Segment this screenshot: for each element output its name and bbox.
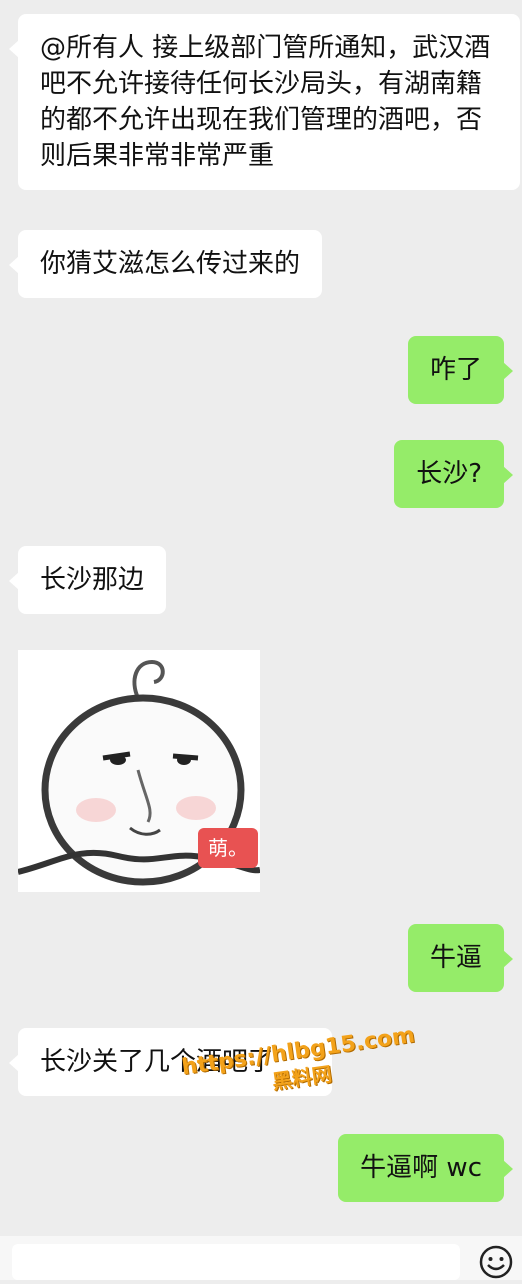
message-text: 牛逼 (429, 943, 482, 973)
chat-area: @所有人 接上级部门管所通知，武汉酒吧不允许接待任何长沙局头，有湖南籍的都不允许… (0, 0, 522, 1236)
sticker-badge: 萌。 (198, 828, 258, 868)
message-bubble-outgoing[interactable]: 咋了 (407, 336, 514, 404)
message-bubble-outgoing[interactable]: 长沙? (394, 440, 513, 508)
message-bubble-outgoing[interactable]: 牛逼啊 wc (338, 1134, 513, 1202)
input-bar (0, 1236, 522, 1280)
message-text: 你猜艾滋怎么传过来的 (40, 249, 301, 279)
message-text: @所有人 接上级部门管所通知，武汉酒吧不允许接待任何长沙局头，有湖南籍的都不允许… (40, 33, 491, 171)
emoji-face-icon[interactable] (478, 1244, 514, 1280)
message-text: 长沙? (416, 459, 482, 489)
message-bubble-incoming[interactable]: @所有人 接上级部门管所通知，武汉酒吧不允许接待任何长沙局头，有湖南籍的都不允许… (9, 14, 520, 190)
message-input[interactable] (12, 1244, 460, 1280)
message-text: 长沙那边 (40, 565, 145, 595)
message-text: 牛逼啊 wc (360, 1153, 482, 1183)
message-bubble-outgoing[interactable]: 牛逼 (407, 924, 514, 992)
message-bubble-incoming[interactable]: 你猜艾滋怎么传过来的 (8, 230, 323, 298)
message-text: 咋了 (429, 355, 482, 385)
message-bubble-incoming[interactable]: 长沙那边 (8, 546, 167, 614)
